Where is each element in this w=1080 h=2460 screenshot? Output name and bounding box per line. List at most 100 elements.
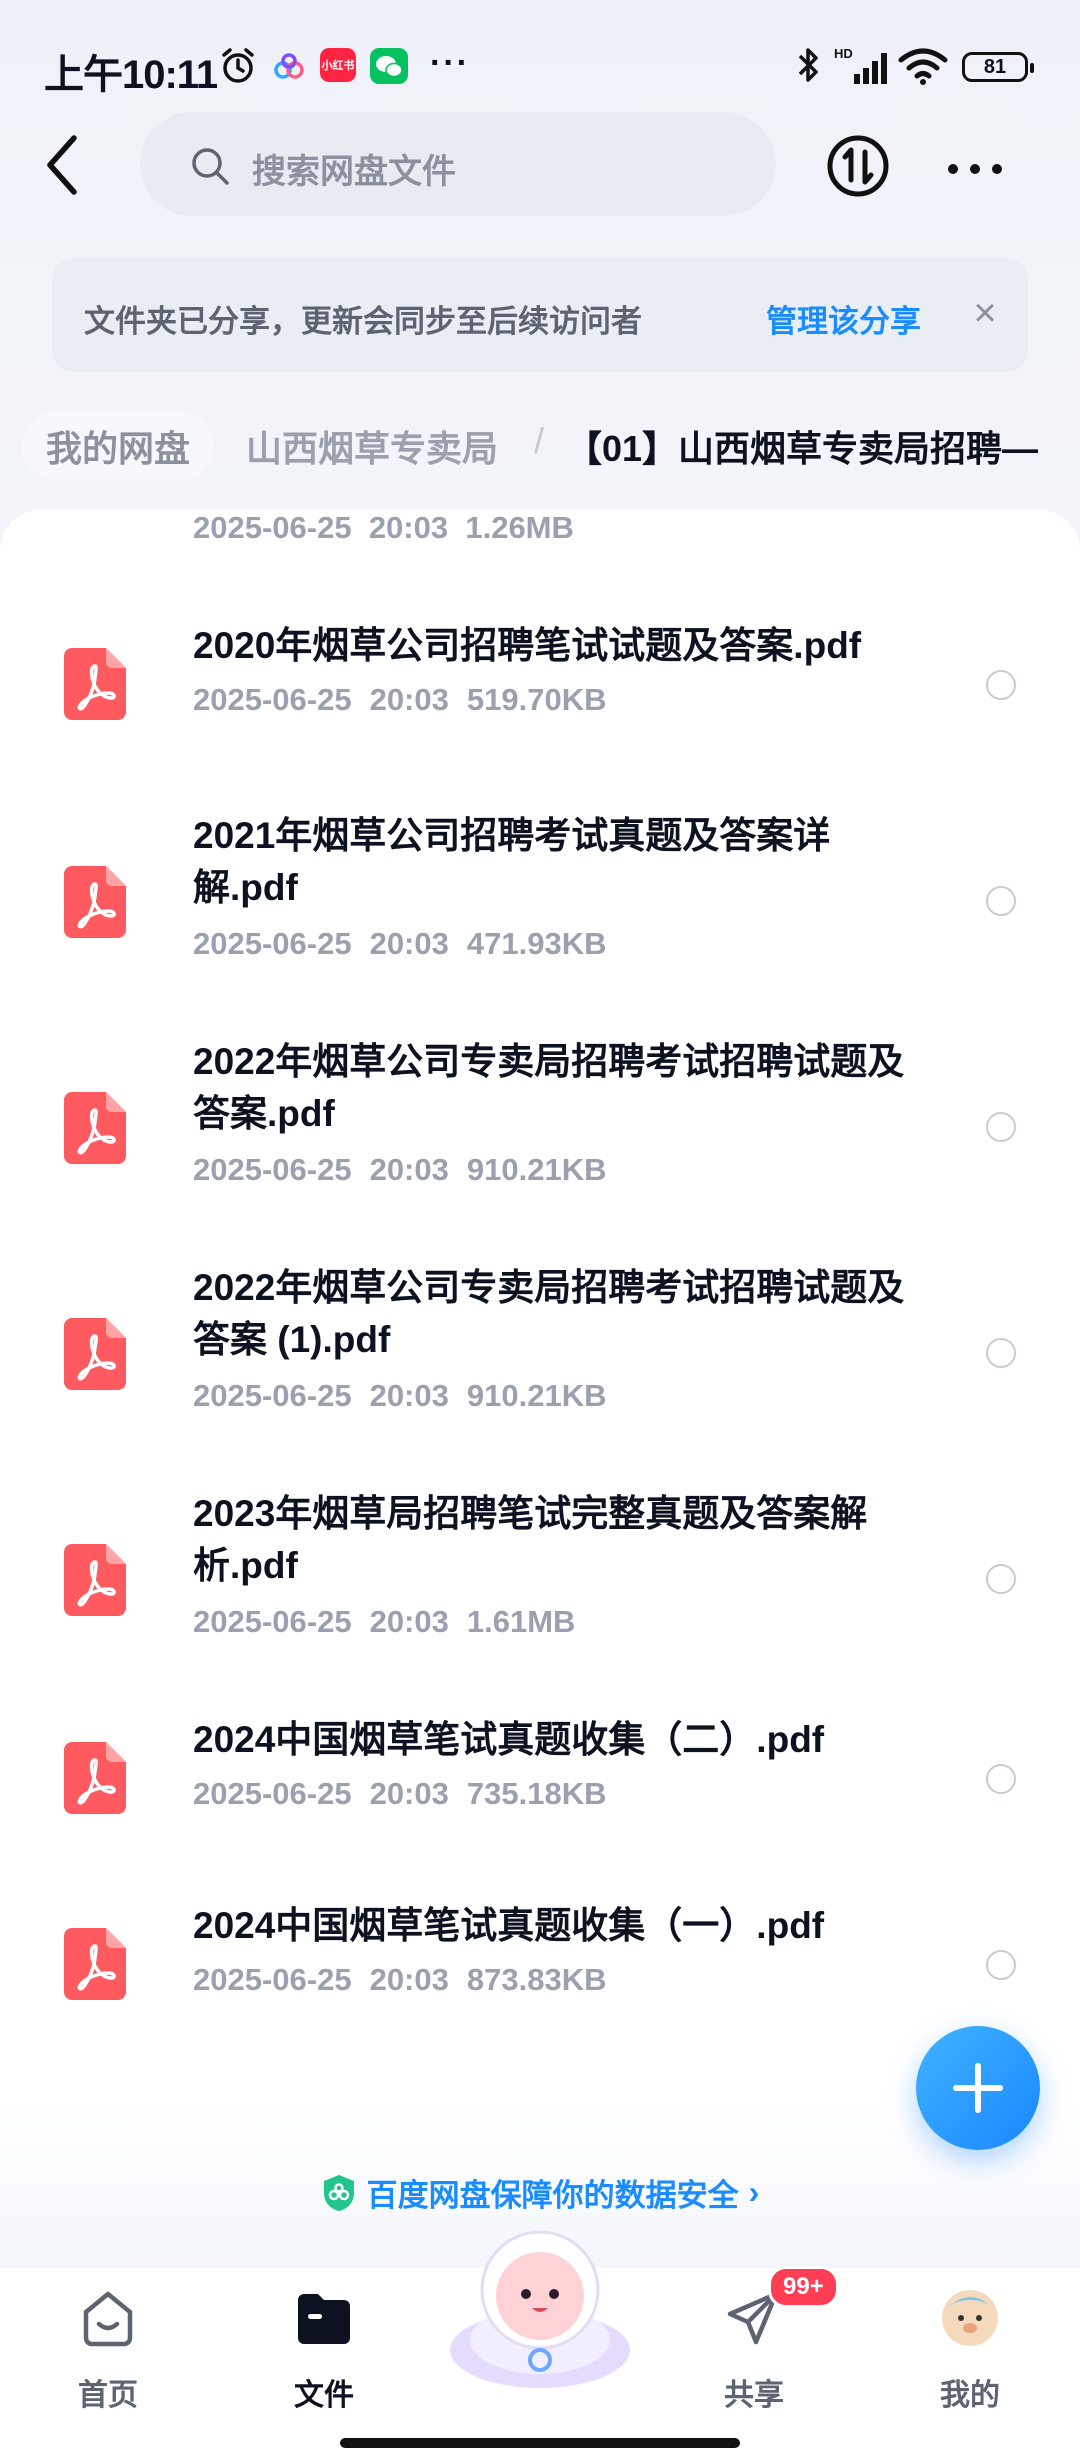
- breadcrumb-root[interactable]: 我的网盘: [22, 412, 215, 480]
- file-list: 2025-06-25 20:03 1.26MB 2020年烟草公司招聘笔试试题及…: [0, 510, 1080, 2270]
- alarm-icon: [222, 48, 254, 83]
- svg-text:HD: HD: [834, 46, 853, 61]
- tab-me-label: 我的: [940, 2379, 1000, 2412]
- tab-files-label: 文件: [294, 2379, 354, 2412]
- file-meta: 2025-06-25 20:03 910.21KB: [193, 1378, 624, 1414]
- breadcrumb-current: 【01】山西烟草专卖局招聘—: [566, 428, 1039, 469]
- select-radio[interactable]: [986, 886, 1016, 916]
- tab-share-label: 共享: [724, 2379, 784, 2412]
- breadcrumb-separator: /: [534, 420, 545, 461]
- xiaohongshu-app-icon: 小红书: [320, 48, 356, 82]
- breadcrumb: 我的网盘 山西烟草专卖局 / 【01】山西烟草专卖局招聘—: [0, 406, 1080, 486]
- security-banner[interactable]: 百度网盘保障你的数据安全 ›: [0, 2170, 1080, 2224]
- file-date: 2025-06-25: [193, 1604, 352, 1639]
- file-time: 20:03: [369, 1604, 449, 1639]
- tab-me[interactable]: 我的: [900, 2288, 1040, 2412]
- security-text: 百度网盘保障你的数据安全: [366, 2178, 739, 2213]
- file-name: 2022年烟草公司专卖局招聘考试招聘试题及答案 (1).pdf: [193, 1267, 905, 1360]
- pdf-file-icon: [64, 1318, 126, 1390]
- battery-indicator: 81: [962, 52, 1034, 82]
- breadcrumb-parent[interactable]: 山西烟草专卖局: [246, 420, 498, 472]
- status-more-dots: ···: [430, 44, 470, 82]
- file-name: 2021年烟草公司招聘考试真题及答案详解.pdf: [193, 815, 831, 908]
- list-item[interactable]: 2024中国烟草笔试真题收集（一）.pdf 2025-06-25 20:03 873…: [0, 1900, 1080, 2050]
- shield-icon: [323, 2174, 354, 2211]
- list-item[interactable]: 2020年烟草公司招聘笔试试题及答案.pdf 2025-06-25 20:03 51…: [0, 620, 1080, 770]
- wifi-icon: [898, 48, 948, 85]
- file-date: 2025-06-25: [193, 510, 352, 545]
- more-options-icon[interactable]: [944, 144, 1006, 188]
- file-size: 910.21KB: [466, 1152, 607, 1187]
- file-size: 471.93KB: [466, 926, 607, 961]
- back-arrow-icon[interactable]: [34, 130, 94, 200]
- file-size: 519.70KB: [466, 682, 607, 717]
- baidu-netdisk-app-icon: [274, 53, 304, 79]
- mascot-icon[interactable]: [440, 2220, 640, 2390]
- status-bar: 上午10:11 小红书 ··· HD 81: [0, 0, 1080, 130]
- sort-icon[interactable]: [826, 134, 890, 198]
- pdf-file-icon: [64, 866, 126, 938]
- pdf-file-icon: [64, 1544, 126, 1616]
- file-name: 2020年烟草公司招聘笔试试题及答案.pdf: [193, 625, 862, 666]
- file-size: 1.26MB: [465, 510, 574, 545]
- file-time: 20:03: [369, 1152, 449, 1187]
- select-radio[interactable]: [986, 1112, 1016, 1142]
- file-date: 2025-06-25: [193, 926, 352, 961]
- file-name: 2022年烟草公司专卖局招聘考试招聘试题及答案.pdf: [193, 1041, 905, 1134]
- select-radio[interactable]: [986, 670, 1016, 700]
- file-time: 20:03: [369, 1962, 449, 1997]
- file-date: 2025-06-25: [193, 1378, 352, 1413]
- file-date: 2025-06-25: [193, 682, 352, 717]
- list-item[interactable]: 2021年烟草公司招聘考试真题及答案详解.pdf 2025-06-25 20:03…: [0, 810, 1080, 1010]
- home-indicator[interactable]: [340, 2438, 740, 2448]
- bluetooth-icon: [798, 48, 818, 82]
- tab-home-label: 首页: [78, 2379, 138, 2412]
- pdf-file-icon: [64, 1742, 126, 1814]
- list-item[interactable]: 2022年烟草公司专卖局招聘考试招聘试题及答案 (1).pdf 2025-06-…: [0, 1262, 1080, 1462]
- share-count-badge: 99+: [768, 2266, 839, 2308]
- file-size: 735.18KB: [466, 1776, 607, 1811]
- search-bar[interactable]: 搜索网盘文件: [140, 112, 776, 216]
- avatar: [942, 2290, 998, 2346]
- home-icon: [83, 2291, 133, 2347]
- search-placeholder: 搜索网盘文件: [252, 153, 456, 191]
- file-size: 1.61MB: [466, 1604, 576, 1639]
- add-button[interactable]: [916, 2026, 1040, 2150]
- file-time: 20:03: [369, 926, 449, 961]
- list-item[interactable]: 2024中国烟草笔试真题收集（二）.pdf 2025-06-25 20:03 735…: [0, 1714, 1080, 1864]
- close-icon[interactable]: ×: [960, 288, 1010, 338]
- file-size: 873.83KB: [466, 1962, 607, 1997]
- file-meta: 2025-06-25 20:03 873.83KB: [193, 1962, 624, 1998]
- wechat-app-icon: [370, 48, 408, 84]
- file-date: 2025-06-25: [193, 1776, 352, 1811]
- partial-file-meta: 2025-06-25 20:03 1.26MB: [193, 510, 574, 546]
- manage-share-link[interactable]: 管理该分享: [766, 296, 921, 341]
- tab-home[interactable]: 首页: [38, 2288, 178, 2412]
- select-radio[interactable]: [986, 1564, 1016, 1594]
- file-meta: 2025-06-25 20:03 735.18KB: [193, 1776, 624, 1812]
- file-time: 20:03: [369, 682, 449, 717]
- chevron-right-icon: ›: [748, 2174, 760, 2210]
- status-time: 上午10:11: [44, 53, 218, 97]
- select-radio[interactable]: [986, 1338, 1016, 1368]
- cellular-signal-icon: HD: [834, 46, 887, 84]
- folder-icon: [298, 2294, 350, 2344]
- list-item[interactable]: 2023年烟草局招聘笔试完整真题及答案解析.pdf 2025-06-25 20:0…: [0, 1488, 1080, 1688]
- tab-files[interactable]: 文件: [254, 2288, 394, 2412]
- pdf-file-icon: [64, 1928, 126, 2000]
- select-radio[interactable]: [986, 1764, 1016, 1794]
- list-item[interactable]: 2022年烟草公司专卖局招聘考试招聘试题及答案.pdf 2025-06-25 20…: [0, 1036, 1080, 1236]
- file-meta: 2025-06-25 20:03 519.70KB: [193, 682, 624, 718]
- search-icon: [192, 148, 229, 185]
- file-meta: 2025-06-25 20:03 910.21KB: [193, 1152, 624, 1188]
- file-name: 2024中国烟草笔试真题收集（一）.pdf: [193, 1905, 825, 1946]
- pdf-file-icon: [64, 648, 126, 720]
- file-time: 20:03: [369, 1776, 449, 1811]
- select-radio[interactable]: [986, 1950, 1016, 1980]
- file-meta: 2025-06-25 20:03 1.61MB: [193, 1604, 593, 1640]
- file-date: 2025-06-25: [193, 1152, 352, 1187]
- share-notice-banner: 文件夹已分享，更新会同步至后续访问者 管理该分享 ×: [52, 258, 1028, 372]
- share-notice-text: 文件夹已分享，更新会同步至后续访问者: [84, 304, 642, 339]
- file-time: 20:03: [369, 1378, 449, 1413]
- pdf-file-icon: [64, 1092, 126, 1164]
